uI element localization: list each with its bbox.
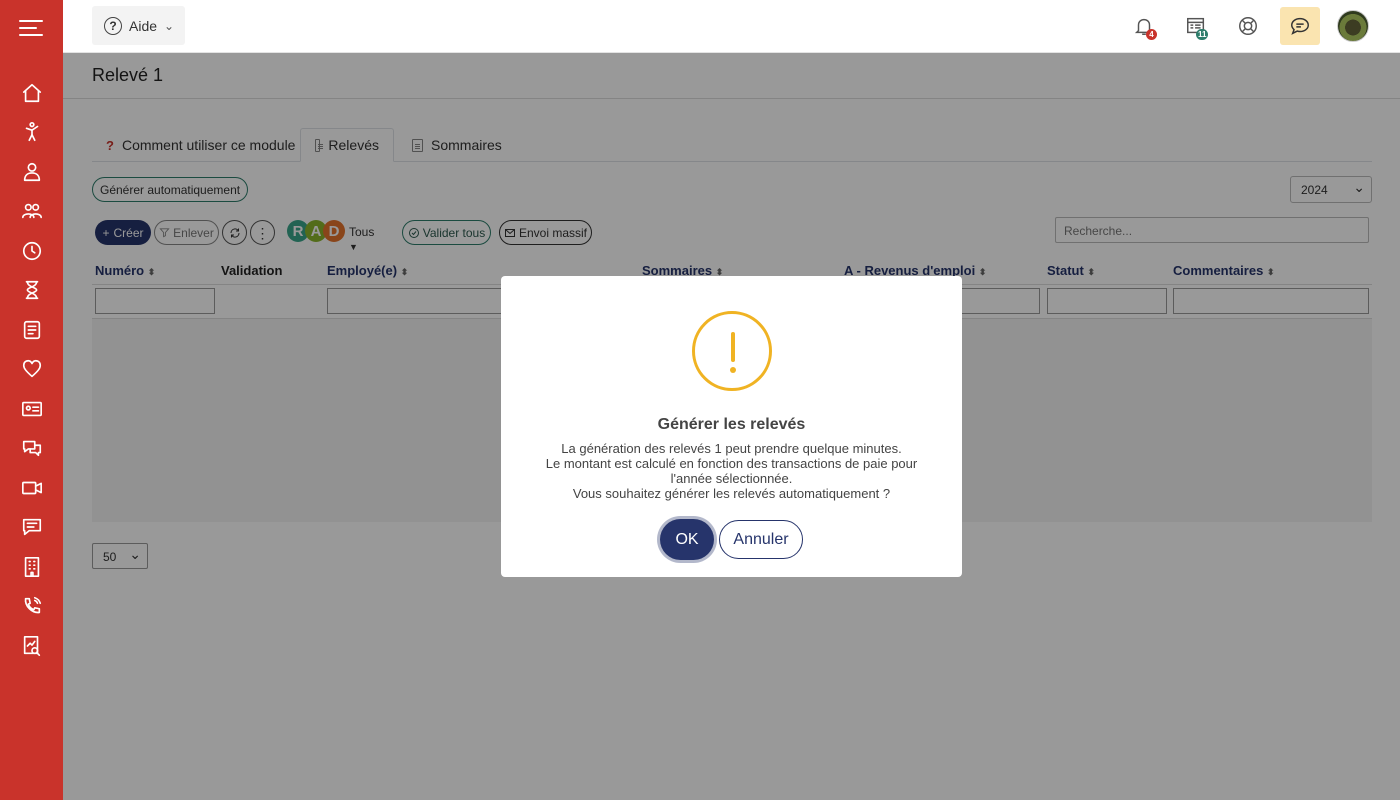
message-icon[interactable] (19, 514, 45, 540)
heart-icon[interactable] (19, 356, 45, 382)
video-icon[interactable] (19, 475, 45, 501)
hourglass-icon[interactable] (19, 277, 45, 303)
avatar[interactable] (1337, 10, 1369, 42)
group-icon[interactable] (19, 198, 45, 224)
notifications-badge: 4 (1146, 29, 1157, 40)
cancel-button[interactable]: Annuler (719, 520, 803, 559)
child-icon[interactable] (19, 119, 45, 145)
calendar-button[interactable]: 11 (1182, 12, 1210, 40)
confirm-dialog: Générer les relevés La génération des re… (501, 276, 962, 577)
sidebar (0, 0, 63, 800)
checklist-icon[interactable] (19, 317, 45, 343)
dialog-message-line: l'année sélectionnée. (670, 471, 793, 486)
id-card-icon[interactable] (19, 396, 45, 422)
menu-toggle-icon[interactable] (19, 18, 45, 38)
phone-call-icon[interactable] (19, 593, 45, 619)
notifications-button[interactable]: 4 (1130, 12, 1158, 40)
chat-icon (1291, 17, 1309, 35)
calendar-badge: 11 (1196, 29, 1209, 40)
help-icon: ? (104, 16, 122, 35)
dialog-title: Générer les relevés (657, 416, 806, 433)
home-icon[interactable] (19, 80, 45, 106)
topbar: ? Aide ⌄ 4 11 (63, 0, 1400, 53)
report-search-icon[interactable] (19, 633, 45, 659)
dialog-message-line: La génération des relevés 1 peut prendre… (561, 441, 902, 456)
lifebuoy-icon (1239, 17, 1257, 35)
clock-icon[interactable] (19, 238, 45, 264)
ok-button[interactable]: OK (660, 519, 714, 560)
help-dropdown[interactable]: ? Aide ⌄ (92, 6, 185, 45)
dialog-message-line: Vous souhaitez générer les relevés autom… (572, 486, 891, 501)
chat-button[interactable] (1280, 7, 1320, 45)
employee-icon[interactable] (19, 159, 45, 185)
support-button[interactable] (1234, 12, 1262, 40)
dialog-message-line: Le montant est calculé en fonction des t… (545, 456, 918, 471)
dialog-message: La génération des relevés 1 peut prendre… (521, 441, 942, 501)
help-label: Aide (129, 17, 158, 34)
chat-bubbles-icon[interactable] (19, 435, 45, 461)
warning-icon (692, 311, 772, 391)
building-icon[interactable] (19, 554, 45, 580)
chevron-down-icon: ⌄ (164, 18, 175, 33)
